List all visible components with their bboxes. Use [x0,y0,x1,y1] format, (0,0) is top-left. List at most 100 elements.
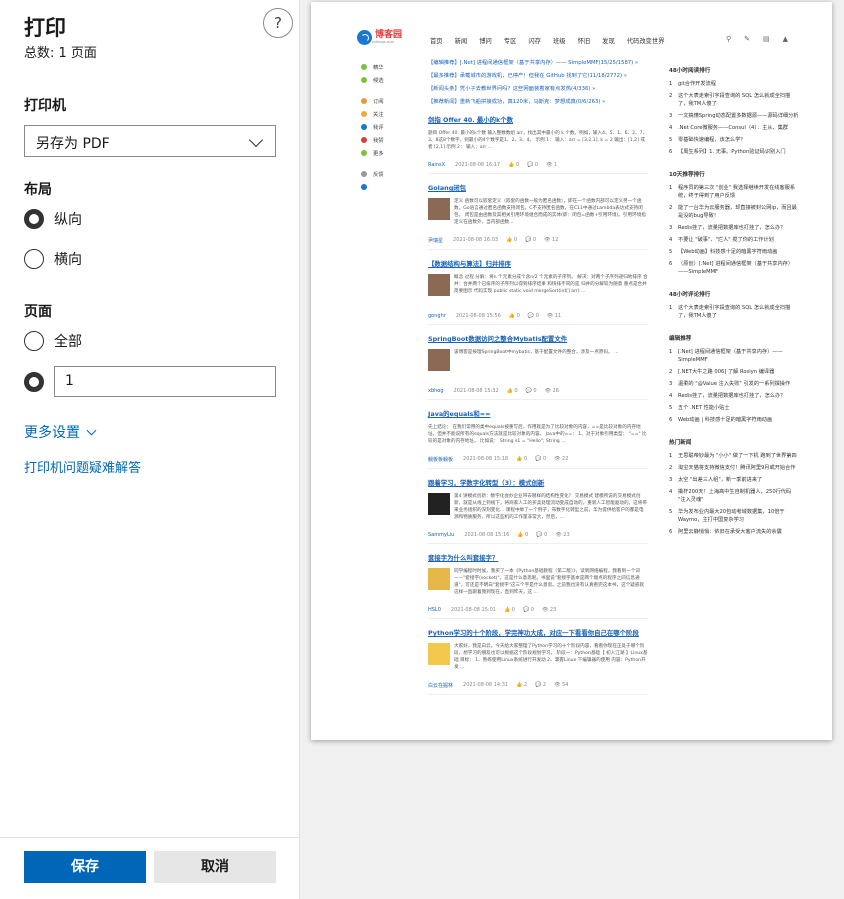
sidebar-label: 反馈 [373,171,384,178]
sidebar-icon [361,76,367,83]
ranking-block: 48小时评论排行 1 这个大表走索引字段查询的 SQL 怎么就成全扫描了，我TM人傻… [669,290,799,320]
ranking-item: 2 这个大表走索引字段查询的 SQL 怎么就成全扫描了，我TM人傻了 [669,92,799,108]
ranking-text: 华为发布业内最大20包动考域数据集，10倍于Waymo，主打中国复杂学习 [678,509,785,523]
nav-item: 博问 [479,38,492,45]
post-author: 躺板板躺板 [428,457,454,463]
ranking-text: 阿里云静悄悄：依旧在承受大客户流失的余震 [678,529,782,535]
post-divider [428,173,648,174]
post-summary: 先上结论： 在我们常用的类中equals被重写后，作用就是为了比较对象的内容，=… [428,425,647,444]
ranking-item: 2 淘宝天猫将支持微信支付！腾讯阿里9月或开始合作 [669,464,799,472]
ranking-item: 1 这个大表走索引字段查询的 SQL 怎么就成全扫描了，我TM人傻了 [669,304,799,320]
sidebar-label: 候选 [373,77,384,84]
nav-item: 代码改变世界 [626,38,665,45]
post-thumbnail [428,349,450,371]
layout-portrait-option[interactable]: 纵向 [24,208,82,230]
pages-input[interactable]: 1 [54,366,276,397]
layout-label: 布局 [24,182,52,198]
radio-landscape[interactable] [24,249,44,269]
pages-label: 页面 [24,304,52,320]
ranking-item: 6 阿里云静悄悄：依旧在承受大客户流失的余震 [669,528,799,536]
view-count: 👁 23 [541,607,557,613]
post-item: Golang闭包 定义 函数可以嵌套定义（嵌套的函数一般为匿名函数），即在一个函数… [428,184,648,250]
post-time: 2021-08-08 16:17 [455,162,501,168]
post-body: 同学编程时时候，我买了一本《Python基础教程（第二版）》，读到网络编程，我看… [428,568,648,603]
post-summary: 该博客是按理SpringBoot中mybatis，基于配置文件的整合，涉及一点原… [454,350,619,355]
radio-pages-all[interactable] [24,331,44,351]
post-divider [428,399,648,400]
post-body: 概念 过程 分解：将n 个元素分成个含n/2 个元素的子序列。 解决：对两个子序… [428,274,648,309]
ranking-item: 5 华为发布业内最大20包动考域数据集，10倍于Waymo，主打中国复杂学习 [669,508,799,524]
ranking-text: 这个大表走索引字段查询的 SQL 怎么就成全扫描了，我TM人傻了 [678,93,791,107]
ranking-number: 1 [669,453,673,459]
chevron-down-icon [86,425,97,435]
ranking-text: [.Net] 进程间通信框架（基于共享内存）——SimpleMMF [678,349,783,363]
pages-all-option[interactable]: 全部 [24,330,82,352]
ranking-item: 6 Web动画 | 科技感十足的暗黑字符雨动画 [669,416,799,424]
pages-custom-option[interactable] [24,371,44,393]
ranking-item: 3 Redis挂了，流量把数据库也打挂了，怎么办？ [669,224,799,232]
ranking-text: Redis挂了，流量把数据库也打挂了，怎么办？ [678,225,786,231]
post-meta: gonghr 2021-08-08 15:56 👍 0 💬 0 👁 11 [428,313,648,319]
ranking-item: 4 .Net Core微服务——Consul（4）：主从、集群 [669,124,799,132]
sidebar-item: 关注 [361,107,401,120]
post-author: RainsX [428,162,446,168]
bell-icon: ▲ [782,35,789,43]
help-button[interactable]: ? [263,8,293,38]
ranking-number: 5 [669,249,673,255]
ranking-block: 热门新闻 1 王思聪帝钞最为 "小小" 做了一下机 跑到了世界第四 2 淘宝天猫将支持微… [669,438,799,536]
ranking-item: 6 【周生系列】1. 无事。Python验证码识别入门 [669,148,799,156]
site-sidebar: 精华 候选 订阅 关注 我评 我赞 更多 反馈 [361,60,401,193]
pen-icon: ✎ [744,35,751,43]
post-thumbnail [428,643,450,665]
radio-portrait[interactable] [24,209,44,229]
like-count: 👍 0 [516,456,528,462]
comment-count: 💬 0 [536,532,548,538]
post-time: 2021-08-08 15:18 [463,456,509,462]
ranking-block: 48小时阅读排行 1 git合作开发流程 2 这个大表走索引字段查询的 SQL 怎么就成… [669,66,799,156]
ranking-number: 3 [669,225,673,231]
post-thumbnail [428,493,450,515]
radio-pages-custom[interactable] [24,372,44,392]
ranking-item: 2 [.NET大牛之路 006] 了解 Roslyn 编译器 [669,368,799,376]
ranking-text: 能了一台华为云服务器，却直接被封公网ip，而且最是没的bug导致！ [678,205,797,219]
rss-logo-icon [357,30,372,45]
post-meta: 尹瑞星 2021-08-08 16:03 👍 0 💬 0 👁 12 [428,237,648,244]
ranking-item: 4 Redis挂了，流量把数据库也打挂了，怎么办？ [669,392,799,400]
troubleshoot-link[interactable]: 打印机问题疑难解答 [24,457,141,476]
ranking-block: 10天推荐排行 1 程序员的第三次 "创业" 我选择继续开发在线客服系统，终于得到了… [669,170,799,276]
ranking-text: .Net Core微服务——Consul（4）：主从、集群 [678,125,789,131]
ranking-number: 4 [669,125,673,131]
save-button[interactable]: 保存 [24,851,146,883]
post-title: Python学习的十个阶段，学完神功大成，对应一下看看你自己在哪个阶段 [428,629,639,637]
post-body: 题目 Offer 40. 最小的k个数 输入整数数组 arr，找出其中最小的 k… [428,130,648,158]
sidebar-label: 订阅 [373,98,384,105]
layout-landscape-option[interactable]: 横向 [24,248,82,270]
ranking-text: Web动画 | 科技感十足的暗黑字符雨动画 [678,417,773,423]
ranking-text: 王思聪帝钞最为 "小小" 做了一下机 跑到了世界第四 [678,453,797,459]
cancel-button[interactable]: 取消 [154,851,276,883]
layout-landscape-label: 横向 [54,252,82,268]
printer-select[interactable]: 另存为 PDF [24,125,276,157]
pinned-link: 【最多推荐】承载城市的游戏机，已停产！但我在 GitHub 找到了它(11/18… [428,73,628,79]
sidebar-icon [361,63,367,70]
ranking-number: 1 [669,81,673,87]
lightbulb-icon [361,180,401,193]
post-summary: 大家好，我是白云。今天给大家整理了Python学习的十个阶段内容，看看你现在正处… [454,644,648,670]
post-author: xbhog [428,388,444,394]
like-count: 👍 0 [517,532,529,538]
comment-count: 💬 0 [525,388,537,394]
post-item: Python学习的十个阶段，学完神功大成，对应一下看看你自己在哪个阶段大家好，我… [428,629,648,695]
post-item: 【数据结构与算法】归并排序 概念 过程 分解：将n 个元素分成个含n/2 个元素的… [428,260,648,325]
more-settings-link[interactable]: 更多设置 [24,422,97,442]
ranking-number: 3 [669,477,673,483]
post-title: SpringBoot数据访问之整合Mybatis配置文件 [428,335,568,343]
sidebar-icon [361,170,367,177]
ranking-text: git合作开发流程 [678,81,716,87]
view-count: 👁 12 [544,237,559,243]
sidebar-icon [361,149,367,156]
post-meta: HSL0 2021-08-08 15:01 👍 0 💬 0 👁 23 [428,607,648,613]
ranking-text: 一文搞懂Spring动态配置多数据源——源码详细分析 [678,113,799,119]
ranking-text: Redis挂了，流量把数据库也打挂了，怎么办？ [678,393,786,399]
ranking-item: 5 零基础快速编程，该怎么学？ [669,136,799,144]
ranking-text: 零基础快速编程，该怎么学？ [678,137,746,143]
